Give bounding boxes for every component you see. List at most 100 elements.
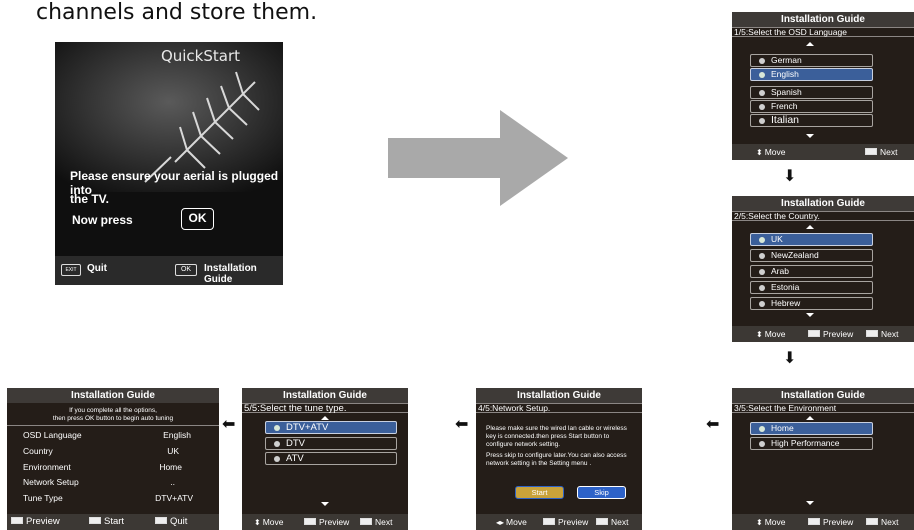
updown-icon: ⬍ — [756, 330, 763, 339]
radio-icon — [759, 301, 765, 307]
check-icon — [759, 237, 765, 243]
scroll-up-icon[interactable] — [806, 416, 814, 420]
scroll-up-icon[interactable] — [806, 225, 814, 229]
move-hint: ⬍ Move — [756, 144, 786, 160]
radio-icon — [759, 269, 765, 275]
step1-language-screen: Installation Guide 1/5:Select the OSD La… — [732, 12, 914, 160]
radio-icon — [274, 456, 280, 462]
radio-icon — [274, 441, 280, 447]
quit-hint[interactable]: Quit — [155, 514, 187, 530]
step-label: 5/5:Select the tune type. — [242, 403, 408, 413]
scroll-down-icon[interactable] — [806, 313, 814, 317]
radio-icon — [759, 253, 765, 259]
radio-icon — [759, 58, 765, 64]
ok-key-icon — [865, 148, 877, 156]
option-atv[interactable]: ATV — [265, 452, 397, 465]
down-arrow-icon: ⬇ — [783, 168, 797, 185]
down-arrow-icon: ⬇ — [783, 350, 797, 367]
updown-icon: ⬍ — [254, 518, 261, 527]
big-right-arrow-icon — [388, 110, 568, 206]
move-hint: ⬍ Move — [756, 514, 786, 530]
preview-hint[interactable]: Preview — [808, 514, 853, 530]
option-arab[interactable]: Arab — [750, 265, 873, 278]
exit-key-icon: EXIT — [61, 264, 81, 276]
ok-key-icon — [866, 518, 878, 526]
next-hint[interactable]: Next — [360, 514, 392, 530]
step3-environment-screen: Installation Guide 3/5:Select the Enviro… — [732, 388, 914, 530]
screen-title: Installation Guide — [732, 388, 914, 403]
preview-hint[interactable]: Preview — [304, 514, 349, 530]
network-skip-note: Press skip to configure later.You can al… — [486, 452, 627, 467]
scroll-down-icon[interactable] — [806, 501, 814, 505]
option-uk[interactable]: UK — [750, 233, 873, 246]
radio-icon — [759, 118, 765, 124]
ok-key-icon — [360, 518, 372, 526]
screen-title: Installation Guide — [732, 12, 914, 27]
step2-country-screen: Installation Guide 2/5:Select the Countr… — [732, 196, 914, 342]
option-hebrew[interactable]: Hebrew — [750, 297, 873, 310]
check-icon — [759, 426, 765, 432]
preview-hint[interactable]: Preview — [11, 514, 60, 530]
updown-icon: ⬍ — [756, 148, 763, 157]
ok-key-icon — [866, 330, 878, 338]
installation-guide-label[interactable]: Installation Guide — [204, 263, 283, 285]
step-label: 3/5:Select the Environment — [732, 403, 914, 413]
radio-icon — [759, 285, 765, 291]
option-italian[interactable]: Italian — [750, 114, 873, 127]
screen-title: Installation Guide — [476, 388, 642, 403]
left-arrow-icon: ⬅ — [222, 416, 236, 433]
menu-key-icon — [543, 518, 555, 526]
option-german[interactable]: German — [750, 54, 873, 67]
summary-row-osd-language: OSD Language English — [23, 430, 191, 440]
option-french[interactable]: French — [750, 100, 873, 113]
intro-text: channels and store them. — [36, 0, 318, 25]
ok-key-icon — [89, 516, 101, 524]
screen-footer: ⬍ Move Preview Next — [732, 514, 914, 530]
preview-hint[interactable]: Preview — [808, 326, 853, 342]
left-arrow-icon: ⬅ — [455, 416, 469, 433]
skip-button[interactable]: Skip — [577, 486, 626, 499]
radio-icon — [759, 104, 765, 110]
summary-row-country: Country UK — [23, 446, 179, 456]
option-spanish[interactable]: Spanish — [750, 86, 873, 99]
step5-tune-type-screen: Installation Guide 5/5:Select the tune t… — [242, 388, 408, 530]
next-hint[interactable]: Next — [866, 326, 898, 342]
step-label: 1/5:Select the OSD Language — [732, 27, 914, 37]
option-dtv[interactable]: DTV — [265, 437, 397, 450]
scroll-up-icon[interactable] — [321, 416, 329, 420]
option-english[interactable]: English — [750, 68, 873, 81]
option-dtv-atv[interactable]: DTV+ATV — [265, 421, 397, 434]
ok-key-icon — [596, 518, 608, 526]
summary-row-network-setup: Network Setup.. — [23, 477, 175, 487]
radio-icon — [759, 441, 765, 447]
quit-label[interactable]: Quit — [87, 263, 107, 274]
step-label: 2/5:Select the Country. — [732, 211, 914, 221]
ok-button[interactable]: OK — [181, 208, 214, 230]
scroll-down-icon[interactable] — [321, 502, 329, 506]
exit-key-icon — [155, 516, 167, 524]
quickstart-screen: QuickStart Please ensure your aerial is … — [55, 42, 283, 285]
summary-row-environment: Environment Home — [23, 462, 182, 472]
scroll-down-icon[interactable] — [806, 134, 814, 138]
option-high-performance[interactable]: High Performance — [750, 437, 873, 450]
next-hint[interactable]: Next — [596, 514, 628, 530]
screen-footer: Preview Start Quit — [7, 514, 219, 530]
scroll-up-icon[interactable] — [806, 42, 814, 46]
screen-title: Installation Guide — [7, 388, 219, 403]
summary-row-tune-type: Tune Type DTV+ATV — [23, 493, 193, 503]
next-hint[interactable]: Next — [865, 144, 897, 160]
option-estonia[interactable]: Estonia — [750, 281, 873, 294]
option-newzealand[interactable]: NewZealand — [750, 249, 873, 262]
move-hint: ⬍ Move — [254, 514, 284, 530]
preview-hint[interactable]: Preview — [543, 514, 588, 530]
move-hint: ⬍ Move — [756, 326, 786, 342]
option-home[interactable]: Home — [750, 422, 873, 435]
start-hint[interactable]: Start — [89, 514, 124, 530]
step4-network-screen: Installation Guide 4/5:Network Setup. Pl… — [476, 388, 642, 530]
summary-note: If you complete all the options, then pr… — [7, 404, 219, 426]
menu-key-icon — [304, 518, 316, 526]
next-hint[interactable]: Next — [866, 514, 898, 530]
screen-footer: ⬍ Move Next — [732, 144, 914, 160]
check-icon — [274, 425, 280, 431]
start-button[interactable]: Start — [515, 486, 564, 499]
